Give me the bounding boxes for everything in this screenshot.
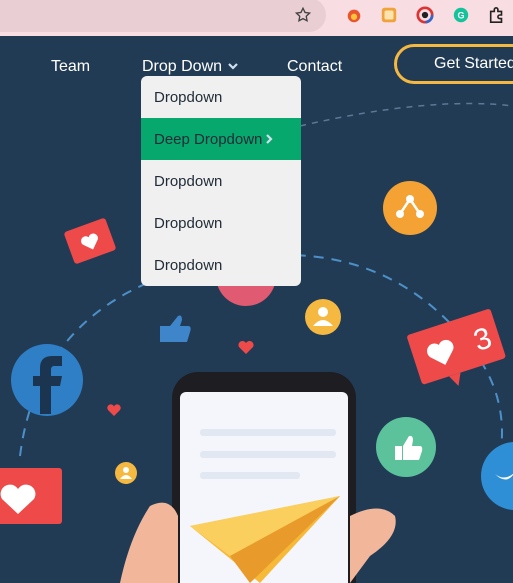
- browser-toolbar: G: [0, 0, 513, 36]
- deep-dropdown-item[interactable]: Deep Dropdown: [141, 118, 301, 160]
- get-started-label: Get Started: [434, 55, 513, 72]
- chevron-down-icon: [228, 63, 239, 70]
- star-outline-icon[interactable]: [292, 4, 314, 26]
- svg-text:G: G: [457, 11, 464, 21]
- dropdown-item-label: Dropdown: [154, 256, 223, 274]
- dropdown-item-label: Dropdown: [154, 172, 223, 190]
- fire-fox-icon[interactable]: [343, 4, 365, 26]
- hand-right: [350, 508, 396, 583]
- address-bar[interactable]: [0, 0, 326, 32]
- thumbs-up-icon: [160, 315, 191, 342]
- phone-illustration: [172, 372, 356, 583]
- heart-icon: [107, 404, 121, 416]
- orange-square-icon[interactable]: [378, 4, 400, 26]
- share-icon: [383, 181, 437, 235]
- nav-contact[interactable]: Contact: [287, 58, 342, 76]
- hand-left: [120, 502, 178, 583]
- dropdown-item-label: Dropdown: [154, 88, 223, 106]
- heart-bubble-icon: [64, 218, 116, 264]
- dropdown-item[interactable]: Dropdown: [141, 160, 301, 202]
- dropdown-item[interactable]: Dropdown: [141, 202, 301, 244]
- puzzle-icon[interactable]: [486, 4, 508, 26]
- nav-dropdown[interactable]: Drop Down: [142, 58, 239, 76]
- dropdown-menu: Dropdown Deep Dropdown Dropdown Dropdown…: [141, 76, 301, 286]
- user-small-icon: [115, 462, 137, 484]
- hero-section: 3 Team Drop Down Contact Get Started Dro…: [0, 36, 513, 583]
- heart-icon: [238, 340, 254, 354]
- get-started-button[interactable]: Get Started: [394, 44, 513, 84]
- dropdown-item[interactable]: Dropdown: [141, 76, 301, 118]
- chevron-right-icon: [266, 134, 273, 144]
- heart-bubble-large-icon: [0, 468, 62, 524]
- dropdown-item[interactable]: Dropdown: [141, 244, 301, 286]
- facebook-icon: [11, 344, 83, 416]
- twitter-icon: [481, 442, 513, 510]
- thumbs-up-circle-icon: [376, 417, 436, 477]
- dropdown-item-label: Deep Dropdown: [154, 130, 263, 148]
- color-wheel-icon[interactable]: [414, 4, 436, 26]
- nav-team[interactable]: Team: [51, 58, 90, 76]
- nav-dropdown-label: Drop Down: [142, 58, 223, 75]
- grammarly-icon[interactable]: G: [450, 4, 472, 26]
- user-icon: [305, 299, 341, 335]
- dropdown-item-label: Dropdown: [154, 214, 223, 232]
